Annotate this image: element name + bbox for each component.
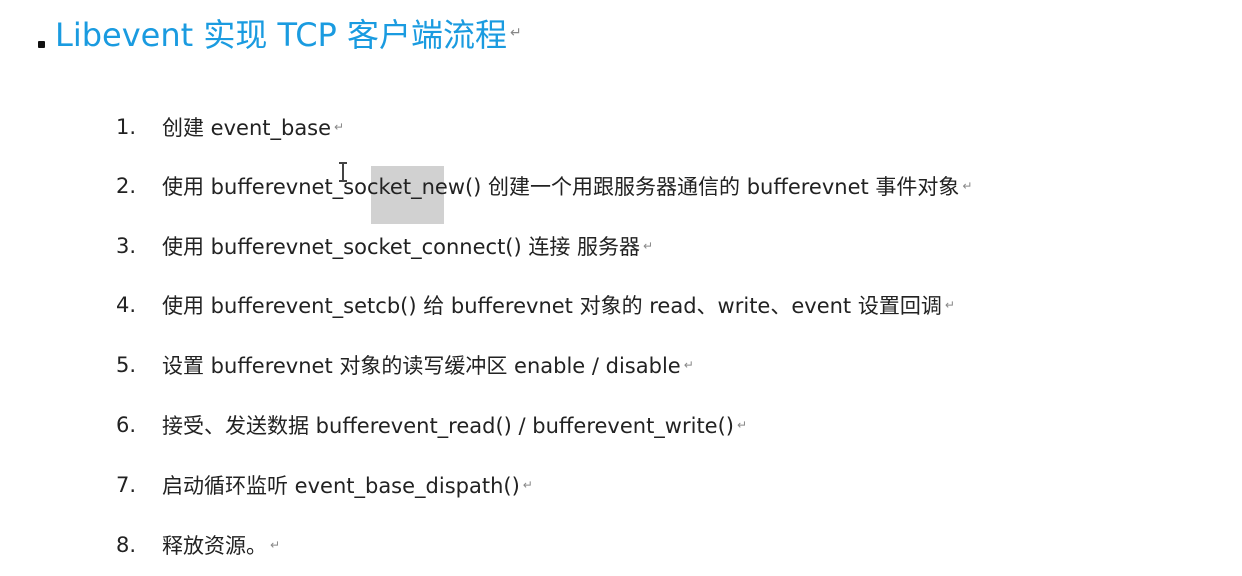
paragraph-mark-icon: ↵ — [944, 298, 955, 312]
paragraph-mark-icon: ↵ — [334, 120, 345, 134]
paragraph-mark-icon: ↵ — [270, 538, 281, 552]
step-number: 4. — [116, 293, 137, 317]
text-cursor-icon — [339, 162, 347, 182]
step-text: 使用 bufferevnet_socket_new() 创建一个用跟服务器通信的… — [162, 175, 960, 199]
paragraph-mark-icon: ↵ — [643, 239, 654, 253]
step-number: 3. — [116, 234, 137, 258]
step-text: 释放资源。 — [162, 534, 267, 558]
list-item: 1. 创建 event_base ↵ — [116, 112, 344, 142]
step-number: 8. — [116, 533, 137, 557]
step-text: 接受、发送数据 bufferevent_read() / bufferevent… — [162, 414, 734, 438]
paragraph-mark-icon: ↵ — [522, 478, 533, 492]
step-number: 7. — [116, 473, 137, 497]
step-number: 2. — [116, 174, 137, 198]
step-text: 启动循环监听 event_base_dispath() — [162, 474, 520, 498]
steps-list: 1. 创建 event_base ↵ 2. 使用 bufferevnet_soc… — [0, 0, 1242, 576]
list-item: 2. 使用 bufferevnet_socket_new() 创建一个用跟服务器… — [116, 171, 972, 201]
step-text: 使用 bufferevent_setcb() 给 bufferevnet 对象的… — [162, 294, 942, 318]
step-number: 5. — [116, 353, 137, 377]
list-item: 4. 使用 bufferevent_setcb() 给 bufferevnet … — [116, 290, 955, 320]
step-number: 6. — [116, 413, 137, 437]
list-item: 3. 使用 bufferevnet_socket_connect() 连接 服务… — [116, 231, 653, 261]
step-text: 创建 event_base — [162, 116, 332, 140]
list-item: 5. 设置 bufferevnet 对象的读写缓冲区 enable / disa… — [116, 350, 694, 380]
paragraph-mark-icon: ↵ — [736, 418, 748, 432]
step-text: 设置 bufferevnet 对象的读写缓冲区 enable / disable — [162, 354, 681, 378]
step-number: 1. — [116, 115, 137, 139]
list-item: 8. 释放资源。 ↵ — [116, 530, 280, 560]
paragraph-mark-icon: ↵ — [962, 179, 973, 193]
list-item: 7. 启动循环监听 event_base_dispath() ↵ — [116, 470, 533, 500]
step-text: 使用 bufferevnet_socket_connect() 连接 服务器 — [162, 235, 641, 259]
list-item: 6. 接受、发送数据 bufferevent_read() / bufferev… — [116, 410, 747, 440]
paragraph-mark-icon: ↵ — [683, 358, 694, 372]
